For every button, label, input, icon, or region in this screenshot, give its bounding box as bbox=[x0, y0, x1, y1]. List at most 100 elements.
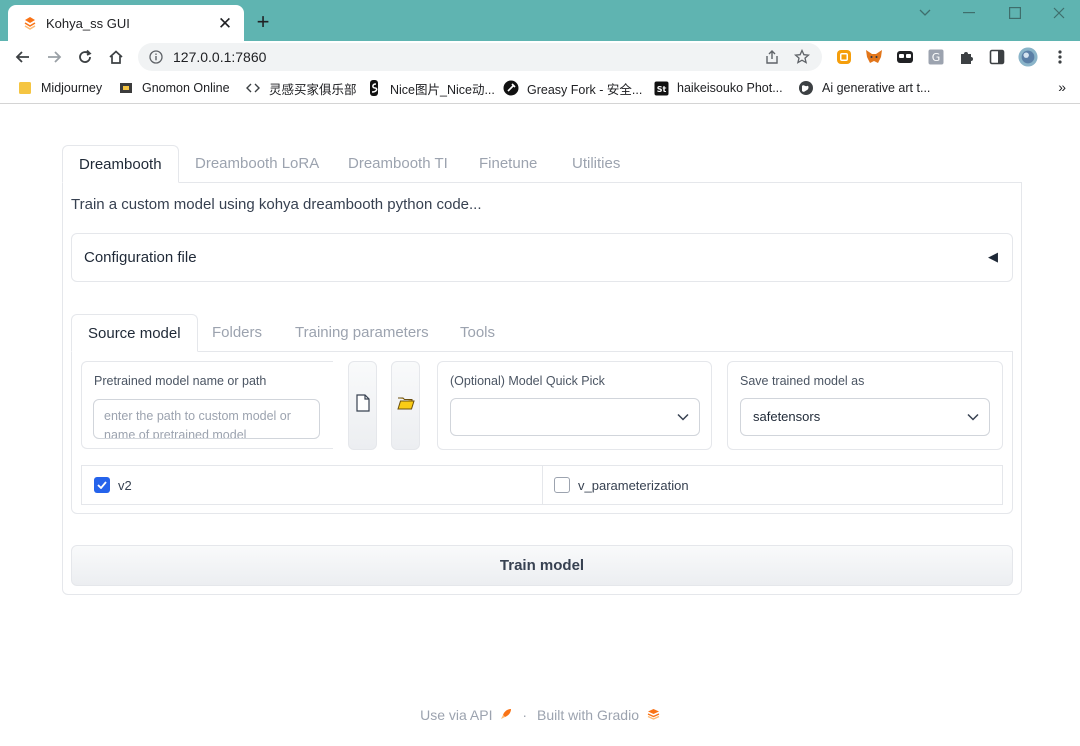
bookmark-label: Gnomon Online bbox=[142, 81, 230, 95]
bookmark-label: 灵感买家俱乐部 bbox=[269, 82, 357, 97]
back-arrow-icon[interactable] bbox=[11, 45, 35, 69]
model-quick-pick-label: (Optional) Model Quick Pick bbox=[450, 374, 605, 388]
browser-menu-icon[interactable] bbox=[1050, 47, 1070, 67]
bookmark-midjourney[interactable]: Midjourney bbox=[17, 79, 102, 97]
extension-orange-icon[interactable] bbox=[834, 47, 854, 67]
rocket-icon bbox=[500, 708, 512, 720]
bookmark-nice[interactable]: Nice图片_Nice动... bbox=[366, 79, 495, 97]
tab-dreambooth-lora[interactable]: Dreambooth LoRA bbox=[195, 145, 319, 183]
extensions-puzzle-icon[interactable] bbox=[956, 47, 976, 67]
source-model-panel: Pretrained model name or path enter the … bbox=[71, 351, 1013, 514]
built-with-gradio-label: Built with Gradio bbox=[537, 707, 639, 723]
bookmark-label: Nice图片_Nice动... bbox=[390, 82, 495, 97]
bookmark-label: Greasy Fork - 安全... bbox=[527, 82, 643, 97]
bookmark-label: haikeisouko Phot... bbox=[677, 81, 783, 95]
select-file-button[interactable] bbox=[348, 361, 377, 450]
configuration-file-accordion[interactable]: Configuration file ◀ bbox=[71, 233, 1013, 282]
svg-text:G: G bbox=[932, 51, 941, 64]
globe-icon bbox=[798, 80, 814, 96]
address-bar[interactable]: 127.0.0.1:7860 bbox=[138, 43, 822, 71]
accordion-label: Configuration file bbox=[84, 249, 197, 266]
panel-description: Train a custom model using kohya dreambo… bbox=[71, 196, 482, 213]
tab-finetune[interactable]: Finetune bbox=[479, 145, 537, 183]
checkbox-checked-icon[interactable] bbox=[94, 477, 110, 493]
chevron-down-icon bbox=[677, 399, 689, 435]
bookmark-ai-generative[interactable]: Ai generative art t... bbox=[798, 79, 930, 97]
new-tab-icon[interactable]: + bbox=[252, 11, 274, 33]
save-model-as-label: Save trained model as bbox=[740, 374, 865, 388]
bookmarks-bar: Midjourney Gnomon Online 灵感买家俱乐部 Nice图片_… bbox=[0, 73, 1080, 104]
pretrained-model-label: Pretrained model name or path bbox=[94, 374, 267, 388]
use-via-api-link[interactable]: Use via API bbox=[420, 707, 512, 723]
model-quick-pick-dropdown[interactable] bbox=[450, 398, 700, 436]
haikeisouko-icon: St bbox=[653, 80, 669, 96]
window-maximize-icon[interactable] bbox=[992, 0, 1038, 26]
tab-dreambooth-ti[interactable]: Dreambooth TI bbox=[348, 145, 448, 183]
home-icon[interactable] bbox=[104, 45, 128, 69]
select-folder-button[interactable] bbox=[391, 361, 420, 450]
tab-utilities[interactable]: Utilities bbox=[572, 145, 620, 183]
save-model-as-dropdown[interactable]: safetensors bbox=[740, 398, 990, 436]
chevron-down-icon bbox=[967, 399, 979, 435]
divider bbox=[542, 466, 543, 504]
model-options-row: v2 v_parameterization bbox=[81, 465, 1003, 505]
bookmark-star-icon[interactable] bbox=[792, 47, 812, 67]
bookmark-gnomon[interactable]: Gnomon Online bbox=[118, 79, 230, 97]
tab-search-chevron-icon[interactable] bbox=[902, 0, 948, 26]
bookmark-linggan[interactable]: 灵感买家俱乐部 bbox=[245, 79, 357, 97]
footer: Use via API · Built with Gradio bbox=[0, 705, 1080, 725]
url-text[interactable]: 127.0.0.1:7860 bbox=[173, 49, 762, 65]
accordion-arrow-icon[interactable]: ◀ bbox=[988, 249, 998, 265]
svg-text:St: St bbox=[656, 85, 666, 94]
built-with-gradio-link[interactable]: Built with Gradio bbox=[537, 707, 660, 723]
metamask-fox-icon[interactable] bbox=[864, 47, 884, 67]
extension-g-icon[interactable]: G bbox=[926, 47, 946, 67]
side-panel-icon[interactable] bbox=[987, 47, 1007, 67]
footer-separator: · bbox=[522, 707, 528, 723]
checkbox-unchecked-icon[interactable] bbox=[554, 477, 570, 493]
window-minimize-icon[interactable] bbox=[946, 0, 992, 26]
greasyfork-icon bbox=[503, 80, 519, 96]
v-parameterization-label: v_parameterization bbox=[578, 477, 689, 493]
gnomon-icon bbox=[118, 80, 134, 96]
save-model-as-block: Save trained model as safetensors bbox=[727, 361, 1003, 450]
bookmark-greasyfork[interactable]: Greasy Fork - 安全... bbox=[503, 79, 642, 97]
tab-tools[interactable]: Tools bbox=[460, 314, 495, 352]
site-info-icon[interactable] bbox=[148, 49, 164, 65]
tab-dreambooth[interactable]: Dreambooth bbox=[62, 145, 179, 183]
tab-source-model[interactable]: Source model bbox=[71, 314, 198, 352]
browser-toolbar: 127.0.0.1:7860 G bbox=[0, 41, 1080, 73]
tab-folders[interactable]: Folders bbox=[212, 314, 262, 352]
tab-title: Kohya_ss GUI bbox=[46, 15, 130, 31]
main-tabs: Dreambooth Dreambooth LoRA Dreambooth TI… bbox=[62, 145, 1022, 183]
dreambooth-panel: Train a custom model using kohya dreambo… bbox=[62, 182, 1022, 595]
forward-arrow-icon[interactable] bbox=[42, 45, 66, 69]
bookmark-label: Ai generative art t... bbox=[822, 81, 931, 95]
share-icon[interactable] bbox=[762, 47, 782, 67]
nice-icon bbox=[366, 80, 382, 96]
profile-avatar-icon[interactable] bbox=[1018, 47, 1038, 67]
reload-icon[interactable] bbox=[73, 45, 97, 69]
close-tab-icon[interactable]: ✕ bbox=[216, 14, 234, 32]
app-page: Dreambooth Dreambooth LoRA Dreambooth TI… bbox=[0, 105, 1080, 746]
save-model-as-value: safetensors bbox=[753, 409, 821, 424]
tab-training-parameters[interactable]: Training parameters bbox=[295, 314, 429, 352]
train-model-button[interactable]: Train model bbox=[71, 545, 1013, 586]
use-via-api-label: Use via API bbox=[420, 707, 493, 723]
gradio-favicon-icon bbox=[22, 15, 38, 31]
document-icon bbox=[355, 394, 370, 417]
pretrained-model-input[interactable]: enter the path to custom model or name o… bbox=[93, 399, 320, 439]
bracket-icon bbox=[245, 80, 261, 96]
v-parameterization-checkbox[interactable]: v_parameterization bbox=[554, 466, 689, 504]
bookmark-label: Midjourney bbox=[41, 81, 103, 95]
bookmark-haikeisouko[interactable]: St haikeisouko Phot... bbox=[653, 79, 783, 97]
v2-label: v2 bbox=[118, 477, 132, 493]
model-quick-pick-block: (Optional) Model Quick Pick bbox=[437, 361, 712, 450]
extension-glasses-icon[interactable] bbox=[895, 47, 915, 67]
folder-open-icon bbox=[396, 396, 415, 415]
v2-checkbox[interactable]: v2 bbox=[94, 466, 132, 504]
browser-tab[interactable]: Kohya_ss GUI ✕ bbox=[8, 5, 244, 41]
bookmarks-overflow-icon[interactable]: » bbox=[1058, 79, 1066, 95]
browser-tabstrip: Kohya_ss GUI ✕ + bbox=[0, 0, 1080, 41]
window-close-icon[interactable] bbox=[1036, 0, 1080, 26]
